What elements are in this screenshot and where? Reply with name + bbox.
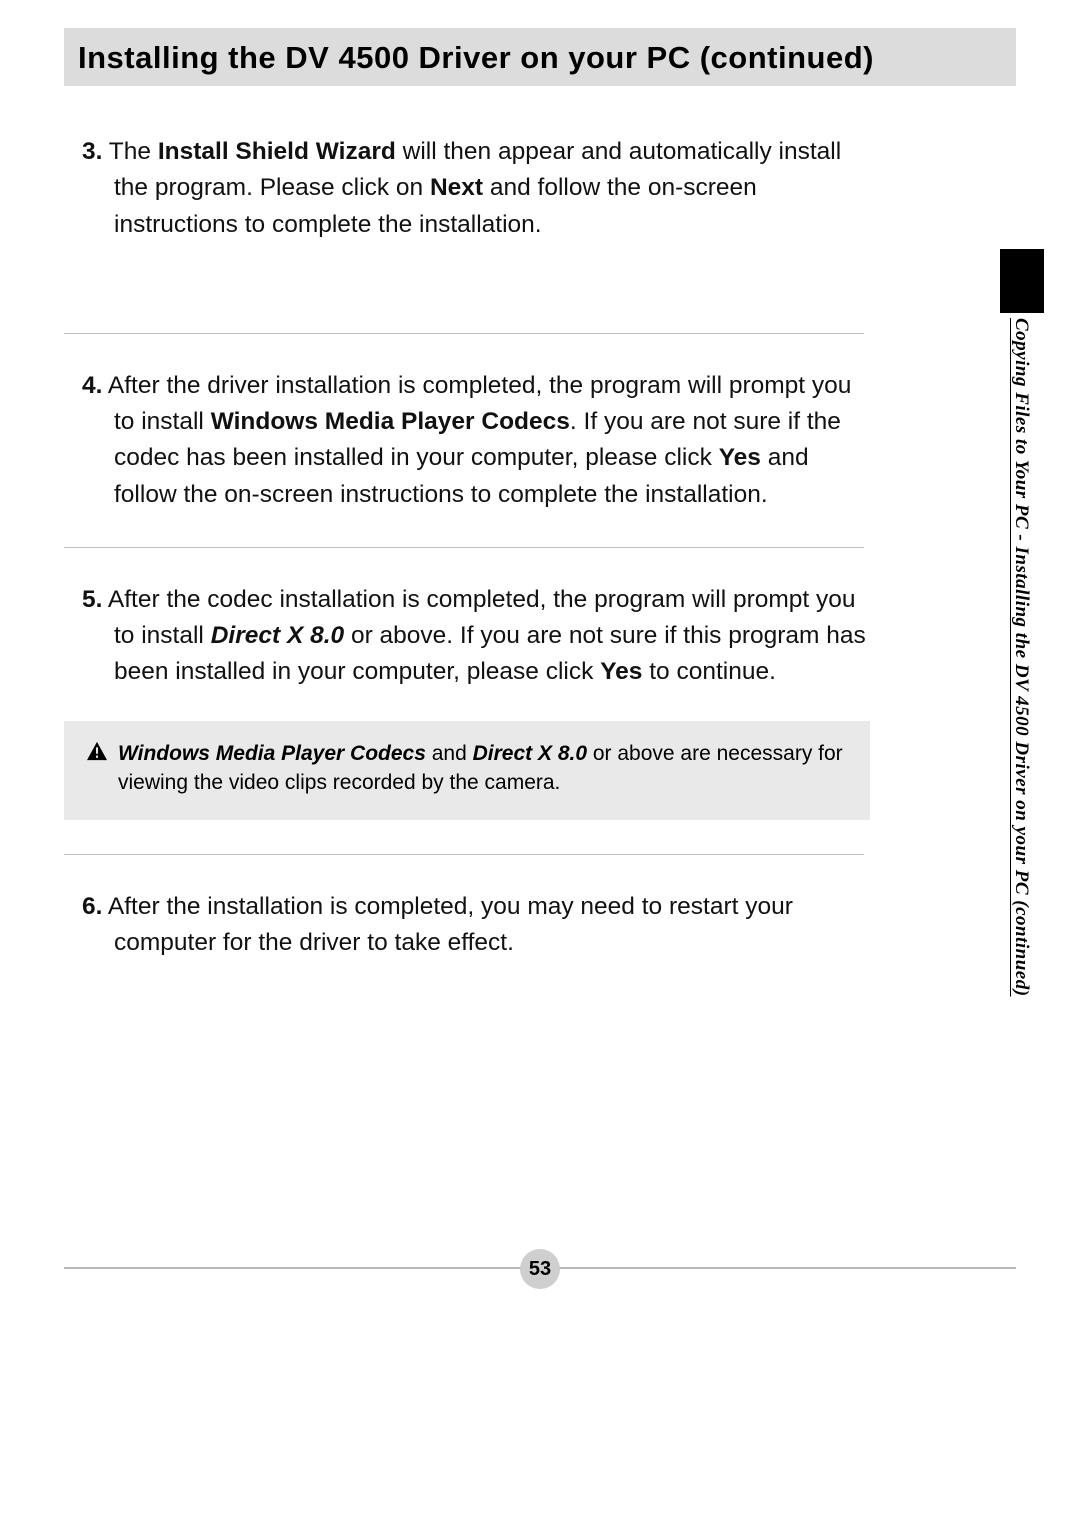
manual-page: Installing the DV 4500 Driver on your PC… bbox=[0, 0, 1080, 1521]
step-text: The bbox=[102, 138, 157, 165]
step-bold: Next bbox=[430, 174, 483, 201]
note-bold-italic: Windows Media Player Codecs bbox=[118, 742, 426, 765]
step-3: 3. The Install Shield Wizard will then a… bbox=[64, 134, 874, 243]
page-footer: 53 bbox=[64, 1249, 1016, 1289]
warning-icon bbox=[86, 741, 108, 761]
warning-note: Windows Media Player Codecs and Direct X… bbox=[64, 721, 870, 821]
step-text: to continue. bbox=[642, 658, 775, 685]
step-bold: Windows Media Player Codecs bbox=[211, 408, 570, 435]
step-4: 4. After the driver installation is comp… bbox=[64, 368, 874, 513]
step-number: 6. bbox=[82, 893, 102, 920]
step-bold: Yes bbox=[719, 444, 761, 471]
step-text: After the installation is completed, you… bbox=[102, 893, 792, 956]
step-number: 3. bbox=[82, 138, 102, 165]
step-bold-italic: Direct X 8.0 bbox=[211, 622, 344, 649]
note-text-part: and bbox=[426, 742, 473, 765]
step-number: 5. bbox=[82, 586, 102, 613]
separator bbox=[64, 854, 864, 855]
warning-text: Windows Media Player Codecs and Direct X… bbox=[118, 739, 848, 799]
step-bold: Yes bbox=[600, 658, 642, 685]
step-bold: Install Shield Wizard bbox=[158, 138, 396, 165]
section-title-bar: Installing the DV 4500 Driver on your PC… bbox=[64, 28, 1016, 86]
thumb-tab bbox=[1000, 249, 1044, 313]
step-number: 4. bbox=[82, 372, 102, 399]
step-6: 6. After the installation is completed, … bbox=[64, 889, 824, 962]
step-5: 5. After the codec installation is compl… bbox=[64, 582, 874, 691]
note-bold-italic: Direct X 8.0 bbox=[473, 742, 587, 765]
separator bbox=[64, 547, 864, 548]
separator bbox=[64, 333, 864, 334]
section-title: Installing the DV 4500 Driver on your PC… bbox=[78, 40, 1002, 76]
page-number-bubble: 53 bbox=[520, 1249, 560, 1289]
step-list: 3. The Install Shield Wizard will then a… bbox=[64, 134, 874, 962]
page-number: 53 bbox=[529, 1258, 551, 1281]
side-section-label: Copying Files to Your PC - Installing th… bbox=[1008, 318, 1032, 997]
